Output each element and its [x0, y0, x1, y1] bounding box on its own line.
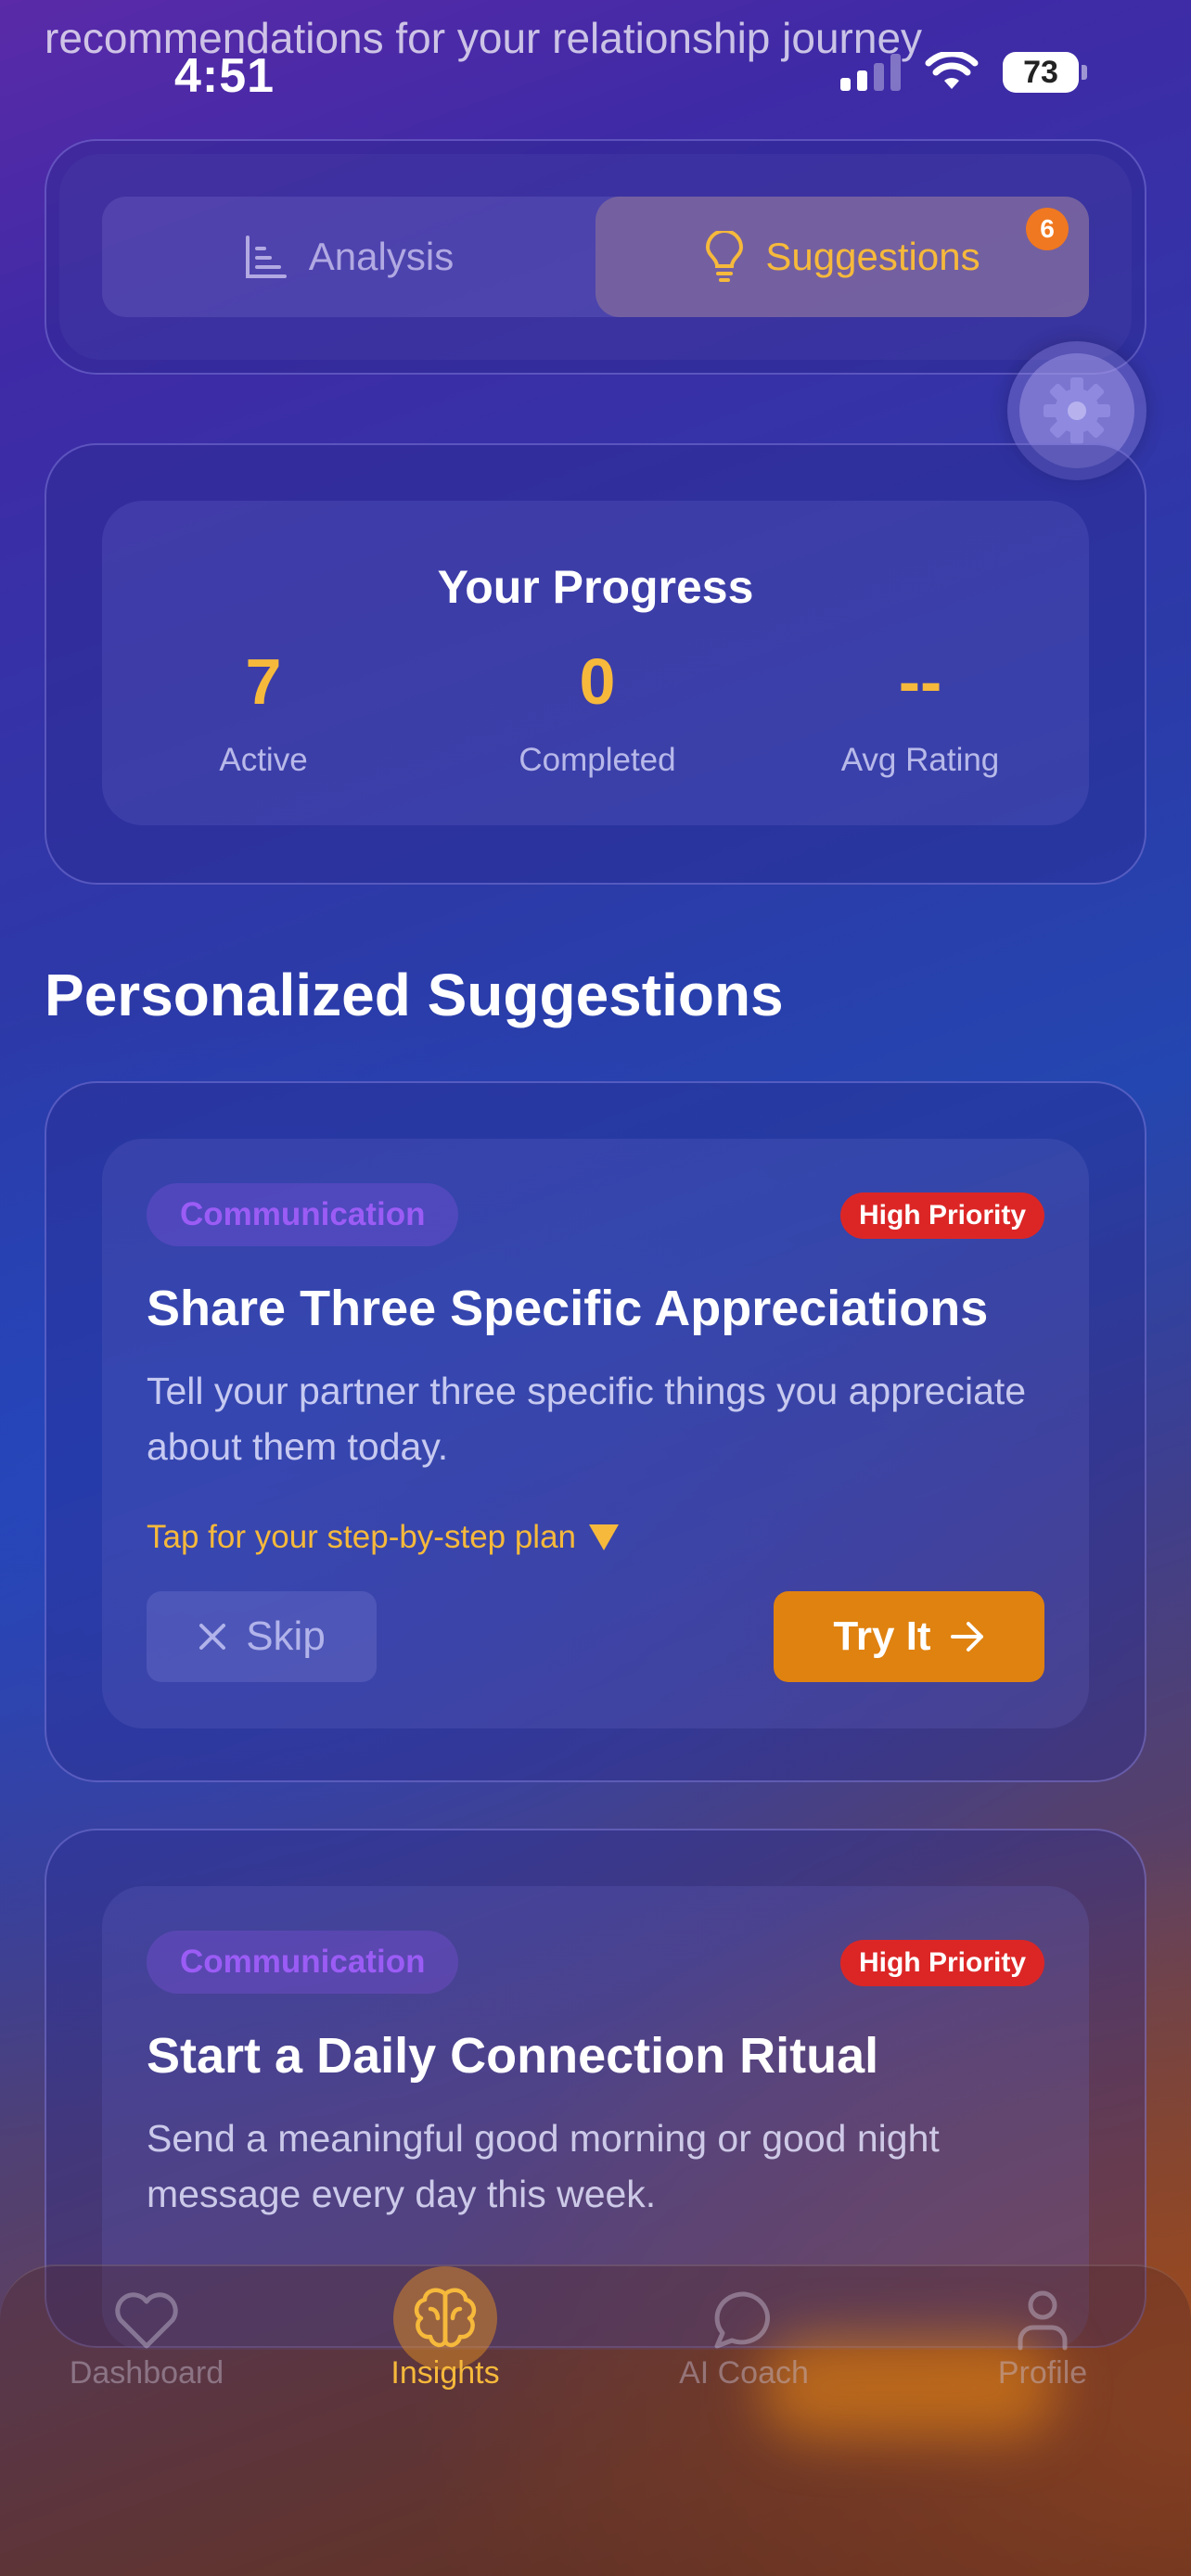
progress-card: Your Progress 7 Active 0 Completed -- Av…: [45, 443, 1146, 885]
skip-label: Skip: [246, 1613, 326, 1659]
nav-profile[interactable]: Profile: [922, 2283, 1163, 2391]
status-time: 4:51: [174, 49, 275, 103]
suggestion-card-body[interactable]: Communication High Priority Share Three …: [102, 1139, 1089, 1728]
category-chip: Communication: [147, 1183, 459, 1246]
gear-icon: [1044, 377, 1110, 444]
chat-bubble-icon: [714, 2291, 770, 2349]
nav-ai-coach-label: AI Coach: [679, 2355, 809, 2391]
step-plan-label: Tap for your step-by-step plan: [147, 1519, 577, 1555]
battery-icon: 73: [1003, 52, 1087, 93]
suggestions-count-badge: 6: [1026, 208, 1069, 250]
nav-insights[interactable]: Insights: [325, 2266, 566, 2391]
suggestion-title: Share Three Specific Appreciations: [147, 1281, 989, 1336]
suggestion-card: Communication High Priority Share Three …: [45, 1081, 1146, 1782]
stat-completed-label: Completed: [519, 742, 676, 778]
section-title: Personalized Suggestions: [45, 962, 784, 1028]
user-icon: [1018, 2290, 1068, 2351]
tab-analysis-label: Analysis: [308, 235, 455, 278]
heart-icon: [115, 2292, 178, 2349]
skip-button[interactable]: Skip: [147, 1591, 377, 1682]
status-icons: 73: [840, 52, 1087, 93]
nav-dashboard-label: Dashboard: [69, 2355, 224, 2391]
signal-icon: [840, 54, 901, 91]
stat-avg-rating: -- Avg Rating: [781, 649, 1059, 779]
priority-badge: High Priority: [839, 1940, 1044, 1986]
stat-active-label: Active: [219, 742, 308, 778]
suggestion-description: Tell your partner three specific things …: [147, 1370, 1027, 1468]
close-icon: [199, 1624, 226, 1650]
stat-completed: 0 Completed: [458, 649, 736, 779]
nav-profile-label: Profile: [997, 2355, 1088, 2391]
brain-icon: [414, 2288, 477, 2348]
stat-avg-rating-label: Avg Rating: [840, 742, 1000, 778]
try-it-button[interactable]: Try It: [774, 1591, 1044, 1682]
stat-active: 7 Active: [124, 649, 403, 779]
tab-suggestions-label: Suggestions: [765, 235, 980, 278]
nav-dashboard[interactable]: Dashboard: [26, 2283, 267, 2391]
stat-avg-rating-value: --: [898, 645, 942, 718]
arrow-right-icon: [950, 1622, 983, 1651]
category-chip: Communication: [147, 1931, 459, 1994]
triangle-down-icon: [589, 1524, 620, 1550]
tab-bar: Analysis Suggestions 6: [102, 197, 1089, 317]
try-it-label: Try It: [833, 1613, 931, 1659]
nav-insights-label: Insights: [391, 2355, 500, 2391]
stat-completed-value: 0: [579, 645, 616, 718]
step-plan-toggle[interactable]: Tap for your step-by-step plan: [147, 1519, 620, 1556]
bar-chart-icon: [245, 236, 287, 278]
suggestion-description: Send a meaningful good morning or good n…: [147, 2117, 940, 2215]
tab-suggestions[interactable]: Suggestions 6: [596, 197, 1089, 317]
progress-title: Your Progress: [437, 561, 754, 613]
priority-badge: High Priority: [839, 1192, 1044, 1239]
nav-ai-coach[interactable]: AI Coach: [623, 2283, 864, 2391]
battery-level: 73: [1003, 52, 1079, 93]
stat-active-value: 7: [245, 645, 282, 718]
suggestion-title: Start a Daily Connection Ritual: [147, 2028, 879, 2084]
lightbulb-icon: [706, 231, 744, 282]
wifi-icon: [925, 52, 979, 89]
tab-analysis[interactable]: Analysis: [102, 197, 594, 317]
